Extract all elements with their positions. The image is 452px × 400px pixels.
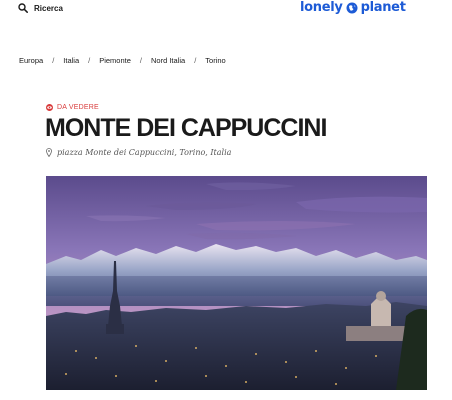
lonely-planet-logo[interactable]: lonely planet bbox=[300, 0, 406, 15]
breadcrumb-italia[interactable]: Italia bbox=[63, 56, 79, 65]
logo-word-left: lonely bbox=[300, 0, 343, 15]
globe-icon bbox=[343, 2, 361, 14]
address-text: piazza Monte dei Cappuccini, Torino, Ita… bbox=[57, 148, 232, 157]
page-title: MONTE DEI CAPPUCCINI bbox=[45, 114, 327, 142]
breadcrumb-nord-italia[interactable]: Nord Italia bbox=[151, 56, 185, 65]
breadcrumb-separator: / bbox=[194, 56, 197, 65]
search-icon bbox=[18, 3, 28, 13]
breadcrumb-piemonte[interactable]: Piemonte bbox=[99, 56, 131, 65]
breadcrumb-torino[interactable]: Torino bbox=[205, 56, 225, 65]
category-label: DA VEDERE bbox=[57, 103, 99, 111]
breadcrumb: Europa / Italia / Piemonte / Nord Italia… bbox=[19, 56, 226, 65]
top-bar: Ricerca lonely planet bbox=[0, 0, 452, 22]
address: piazza Monte dei Cappuccini, Torino, Ita… bbox=[46, 148, 231, 157]
breadcrumb-separator: / bbox=[139, 56, 142, 65]
hero-image bbox=[46, 176, 427, 390]
search-label: Ricerca bbox=[34, 3, 63, 13]
breadcrumb-separator: / bbox=[52, 56, 55, 65]
map-pin-icon bbox=[46, 148, 52, 157]
logo-word-right: planet bbox=[360, 0, 406, 15]
turin-panorama-photo bbox=[46, 176, 427, 390]
search-button[interactable]: Ricerca bbox=[18, 3, 63, 13]
breadcrumb-separator: / bbox=[88, 56, 91, 65]
breadcrumb-europa[interactable]: Europa bbox=[19, 56, 43, 65]
